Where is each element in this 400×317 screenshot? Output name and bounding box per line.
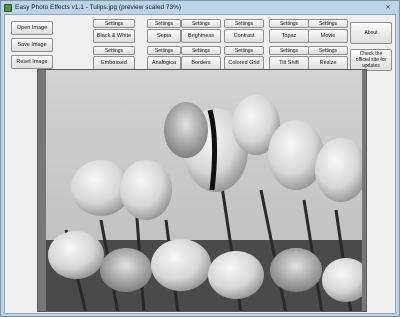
settings-borders-button[interactable]: Settings xyxy=(181,46,221,55)
app-icon xyxy=(4,3,12,12)
image-preview xyxy=(37,69,367,312)
colored-grid-button[interactable]: Colored Grid xyxy=(224,56,264,70)
embossed-button[interactable]: Embossed xyxy=(93,56,135,70)
analogica-button[interactable]: Analogica xyxy=(147,56,181,70)
client-area: Open Image Save Image Reset Image Settin… xyxy=(4,14,396,314)
resize-button[interactable]: Resize xyxy=(308,56,348,70)
topaz-button[interactable]: Topaz xyxy=(269,29,309,43)
brightness-button[interactable]: Brightness xyxy=(181,29,221,43)
settings-contrast-button[interactable]: Settings xyxy=(224,19,264,28)
sepia-button[interactable]: Sepia xyxy=(147,29,181,43)
save-image-button[interactable]: Save Image xyxy=(11,38,53,52)
borders-button[interactable]: Borders xyxy=(181,56,221,70)
window-title: Easy Photo Effects v1.1 - Tulips.jpg (pr… xyxy=(15,4,182,11)
close-icon[interactable]: ✕ xyxy=(382,3,394,12)
settings-brightness-button[interactable]: Settings xyxy=(181,19,221,28)
black-white-button[interactable]: Black & White xyxy=(93,29,135,43)
about-button[interactable]: About xyxy=(350,22,392,44)
tulips-photo xyxy=(46,70,362,311)
contrast-button[interactable]: Contrast xyxy=(224,29,264,43)
settings-movie-button[interactable]: Settings xyxy=(308,19,348,28)
reset-image-button[interactable]: Reset Image xyxy=(11,55,53,69)
tilt-shift-button[interactable]: Tilt Shift xyxy=(269,56,309,70)
settings-resize-button[interactable]: Settings xyxy=(308,46,348,55)
settings-analogica-button[interactable]: Settings xyxy=(147,46,181,55)
settings-colored-grid-button[interactable]: Settings xyxy=(224,46,264,55)
settings-tilt-shift-button[interactable]: Settings xyxy=(269,46,309,55)
open-image-button[interactable]: Open Image xyxy=(11,21,53,35)
settings-embossed-button[interactable]: Settings xyxy=(93,46,135,55)
app-window: Easy Photo Effects v1.1 - Tulips.jpg (pr… xyxy=(0,0,400,317)
check-updates-button[interactable]: Check the official site for updates xyxy=(350,49,392,71)
movie-button[interactable]: Movie xyxy=(308,29,348,43)
settings-topaz-button[interactable]: Settings xyxy=(269,19,309,28)
settings-black-white-button[interactable]: Settings xyxy=(93,19,135,28)
settings-sepia-button[interactable]: Settings xyxy=(147,19,181,28)
title-bar[interactable]: Easy Photo Effects v1.1 - Tulips.jpg (pr… xyxy=(1,1,399,14)
